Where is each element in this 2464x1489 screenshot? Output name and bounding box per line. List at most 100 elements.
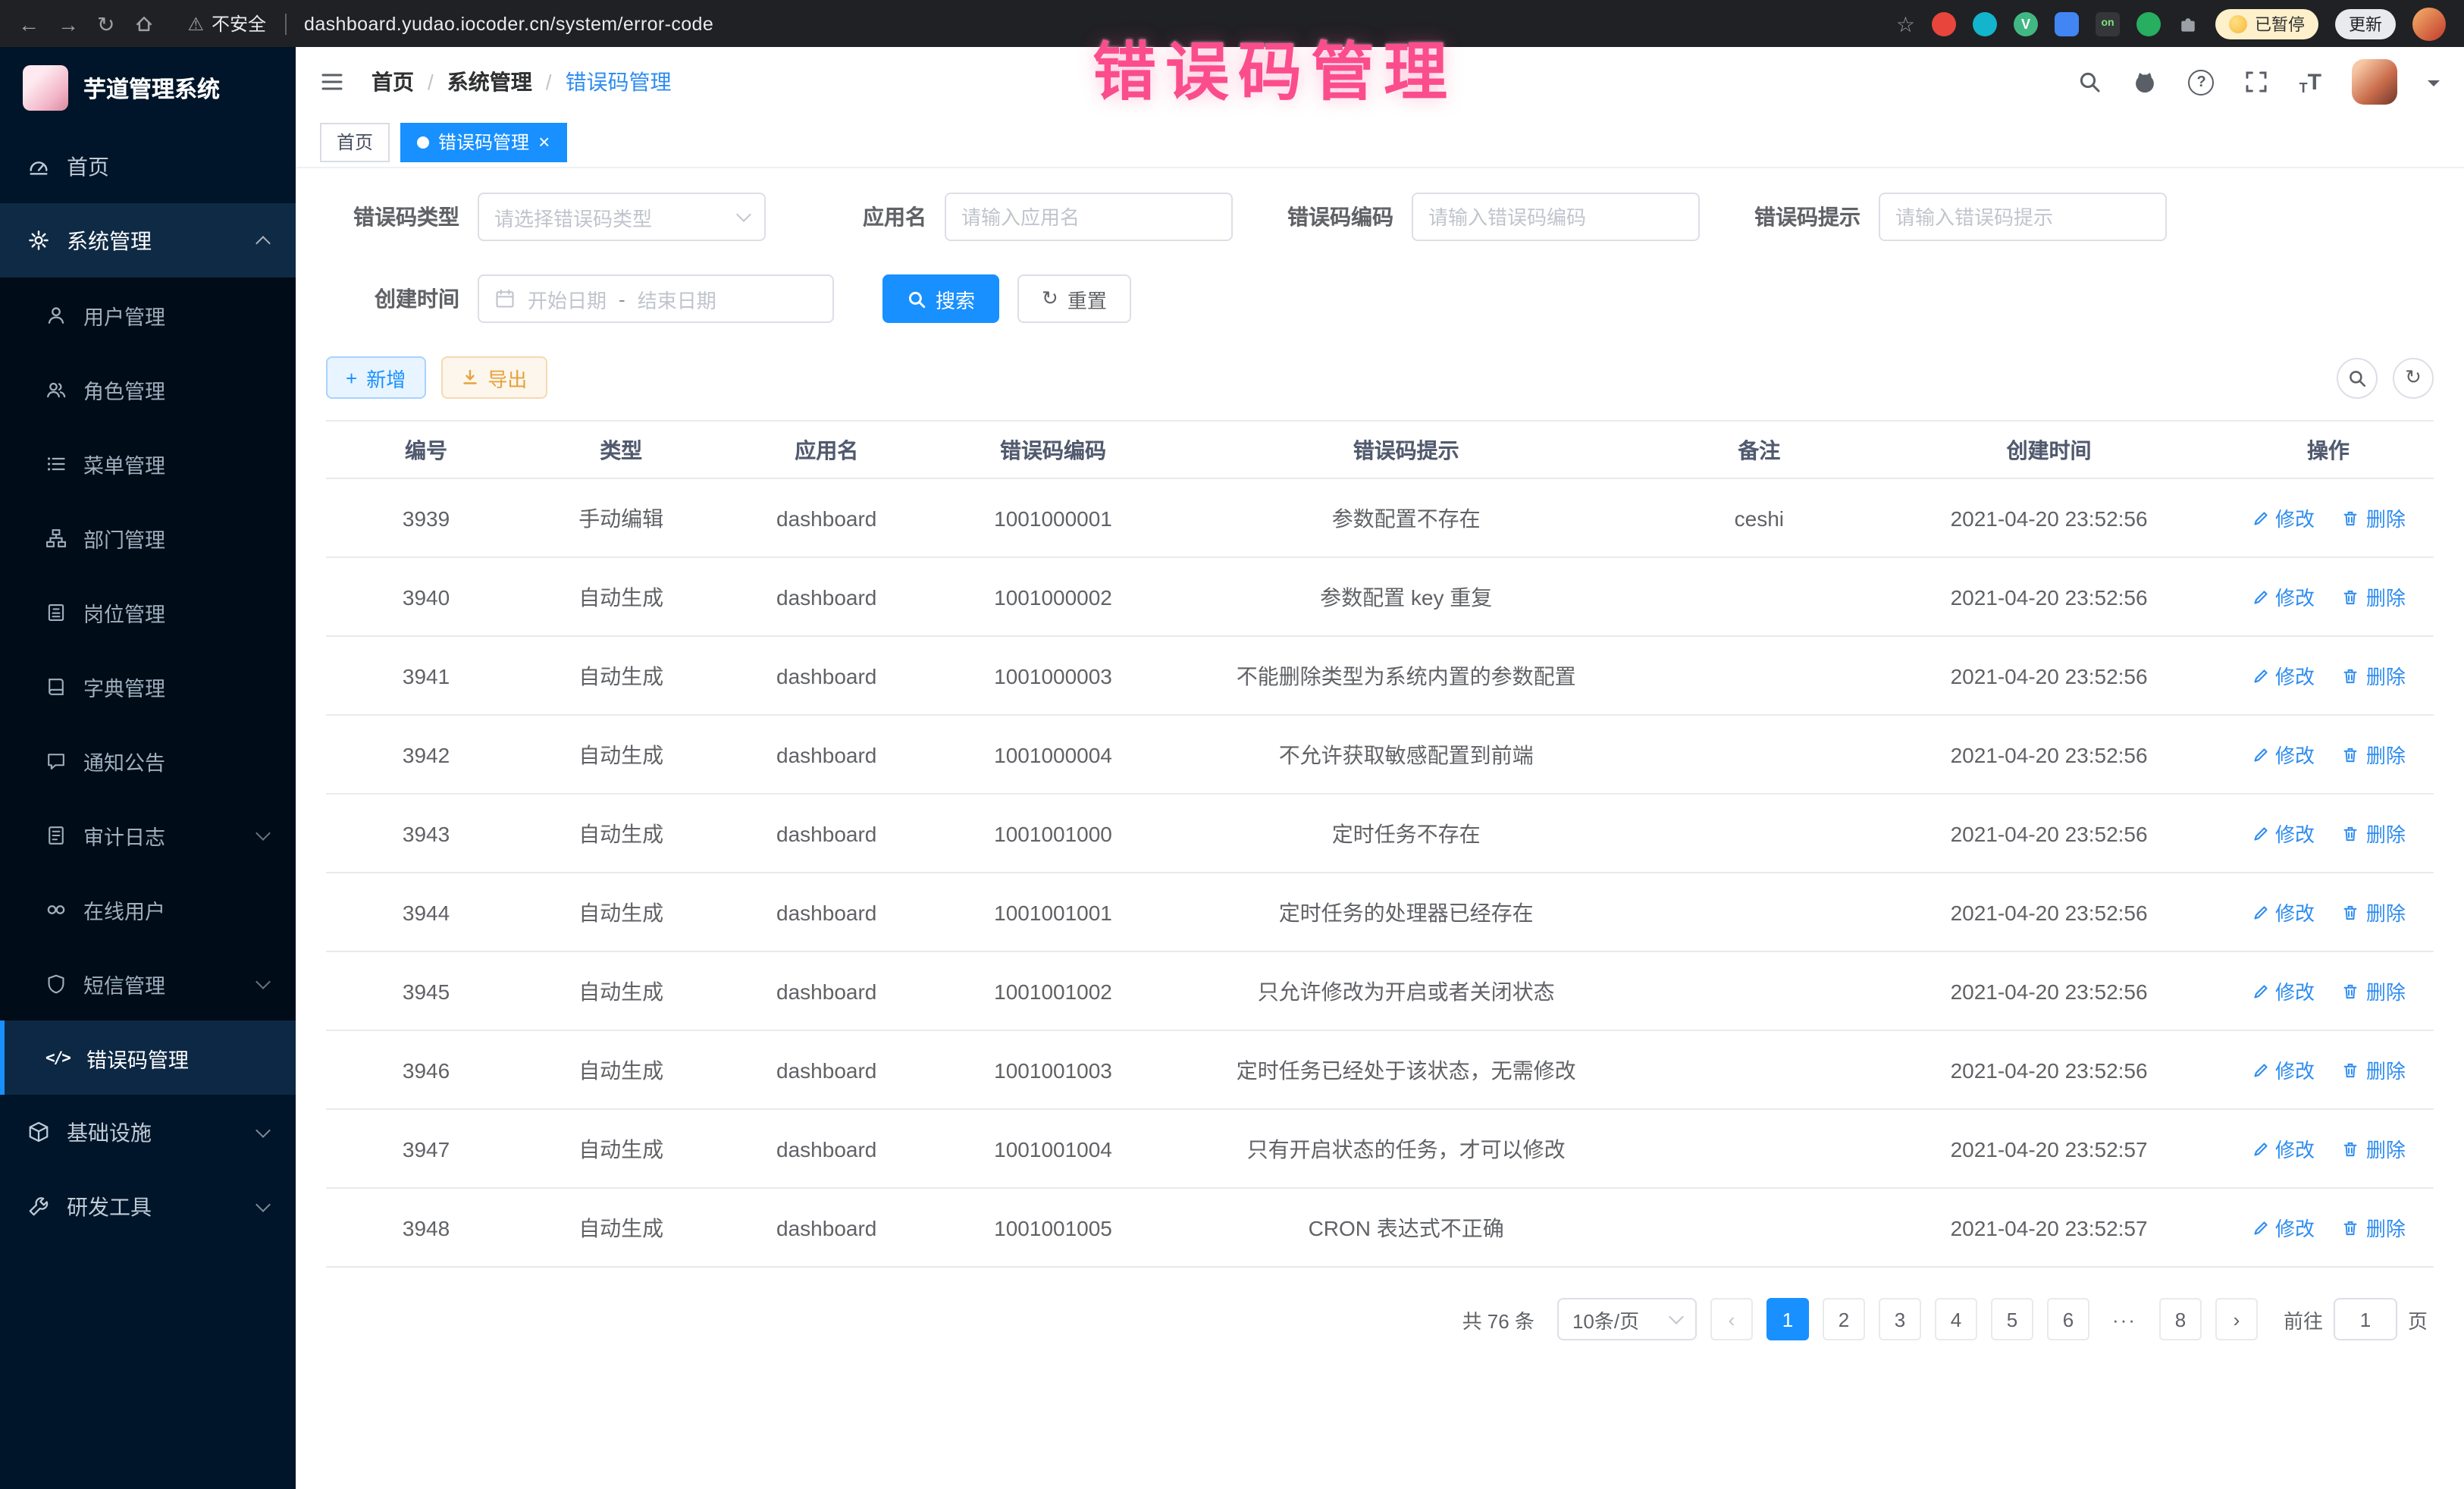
security-indicator[interactable]: ⚠ 不安全 bbox=[187, 11, 266, 36]
edit-link[interactable]: 修改 bbox=[2251, 898, 2315, 926]
breadcrumb-system[interactable]: 系统管理 bbox=[447, 67, 532, 97]
chevron-down-icon[interactable] bbox=[2428, 80, 2440, 92]
refresh-button[interactable]: ↻ bbox=[2393, 357, 2434, 398]
extension-icon-teal[interactable] bbox=[1973, 11, 1997, 36]
cell-app: dashboard bbox=[716, 794, 937, 873]
forward-button[interactable]: → bbox=[58, 13, 79, 34]
sidebar-item-home[interactable]: 首页 bbox=[0, 129, 296, 203]
prev-page-button[interactable]: ‹ bbox=[1710, 1298, 1753, 1340]
extension-icon-red[interactable] bbox=[1932, 11, 1956, 36]
app-logo[interactable]: 芋道管理系统 bbox=[0, 47, 296, 129]
cell-msg: 只允许修改为开启或者关闭状态 bbox=[1169, 951, 1644, 1030]
extension-icon-switch[interactable]: on bbox=[2096, 11, 2120, 36]
page-size-select[interactable]: 10条/页 bbox=[1557, 1298, 1697, 1340]
sidebar-item-menu-management[interactable]: 菜单管理 bbox=[0, 426, 296, 500]
add-button[interactable]: + 新增 bbox=[326, 356, 425, 399]
edit-link[interactable]: 修改 bbox=[2251, 1055, 2315, 1084]
page-button-1[interactable]: 1 bbox=[1766, 1298, 1809, 1340]
user-avatar[interactable] bbox=[2352, 59, 2397, 105]
update-button[interactable]: 更新 bbox=[2335, 8, 2396, 39]
edit-link[interactable]: 修改 bbox=[2251, 1134, 2315, 1163]
chevron-up-icon bbox=[255, 236, 271, 251]
tab-home[interactable]: 首页 bbox=[320, 122, 390, 161]
edit-link[interactable]: 修改 bbox=[2251, 582, 2315, 611]
home-button[interactable] bbox=[133, 13, 154, 34]
edit-link[interactable]: 修改 bbox=[2251, 503, 2315, 532]
delete-link[interactable]: 删除 bbox=[2342, 976, 2406, 1005]
github-icon[interactable] bbox=[2133, 69, 2158, 95]
page-button-5[interactable]: 5 bbox=[1991, 1298, 2033, 1340]
sidebar-item-infrastructure[interactable]: 基础设施 bbox=[0, 1095, 296, 1169]
edit-link[interactable]: 修改 bbox=[2251, 661, 2315, 690]
sidebar-item-notice[interactable]: 通知公告 bbox=[0, 723, 296, 798]
trash-icon bbox=[2342, 982, 2360, 1000]
export-button[interactable]: 导出 bbox=[440, 356, 547, 399]
edit-link[interactable]: 修改 bbox=[2251, 1213, 2315, 1242]
help-icon[interactable]: ? bbox=[2189, 69, 2215, 95]
back-button[interactable]: ← bbox=[18, 13, 39, 34]
delete-link[interactable]: 删除 bbox=[2342, 1055, 2406, 1084]
page-button-8[interactable]: 8 bbox=[2159, 1298, 2202, 1340]
sidebar-item-audit-log[interactable]: 审计日志 bbox=[0, 798, 296, 872]
delete-link[interactable]: 删除 bbox=[2342, 740, 2406, 769]
reload-button[interactable]: ↻ bbox=[97, 13, 114, 34]
profile-paused-chip[interactable]: 已暂停 bbox=[2215, 8, 2318, 39]
page-button-3[interactable]: 3 bbox=[1879, 1298, 1921, 1340]
delete-link[interactable]: 删除 bbox=[2342, 898, 2406, 926]
search-icon[interactable] bbox=[2078, 70, 2102, 94]
breadcrumb-home[interactable]: 首页 bbox=[371, 67, 414, 97]
sidebar-item-user-management[interactable]: 用户管理 bbox=[0, 277, 296, 352]
tab-error-code[interactable]: 错误码管理 × bbox=[400, 122, 566, 161]
goto-page-input[interactable] bbox=[2334, 1298, 2397, 1340]
url-bar[interactable]: dashboard.yudao.iocoder.cn/system/error-… bbox=[304, 13, 713, 34]
error-type-select[interactable]: 请选择错误码类型 bbox=[478, 193, 766, 241]
sidebar-item-role-management[interactable]: 角色管理 bbox=[0, 352, 296, 426]
delete-link[interactable]: 删除 bbox=[2342, 503, 2406, 532]
toggle-search-button[interactable] bbox=[2337, 357, 2378, 398]
table-body: 3939 手动编辑 dashboard 1001000001 参数配置不存在 c… bbox=[326, 478, 2434, 1267]
page-button-2[interactable]: 2 bbox=[1823, 1298, 1865, 1340]
date-range-picker[interactable]: 开始日期 - 结束日期 bbox=[478, 274, 834, 323]
edit-link[interactable]: 修改 bbox=[2251, 819, 2315, 848]
extension-icon-green[interactable] bbox=[2136, 11, 2161, 36]
sidebar-item-dict-management[interactable]: 字典管理 bbox=[0, 649, 296, 723]
app-name-input[interactable] bbox=[945, 193, 1233, 241]
delete-link[interactable]: 删除 bbox=[2342, 582, 2406, 611]
search-button[interactable]: 搜索 bbox=[882, 274, 999, 323]
more-pages-button[interactable]: ··· bbox=[2103, 1298, 2146, 1340]
page-button-6[interactable]: 6 bbox=[2047, 1298, 2089, 1340]
error-msg-input[interactable] bbox=[1879, 193, 2167, 241]
link-label: 删除 bbox=[2366, 582, 2406, 611]
delete-link[interactable]: 删除 bbox=[2342, 661, 2406, 690]
edit-link[interactable]: 修改 bbox=[2251, 740, 2315, 769]
error-code-input[interactable] bbox=[1412, 193, 1700, 241]
next-page-button[interactable]: › bbox=[2215, 1298, 2258, 1340]
sidebar-item-sms-management[interactable]: 短信管理 bbox=[0, 946, 296, 1020]
bookmark-star-icon[interactable]: ☆ bbox=[1896, 13, 1915, 34]
sidebar-item-post-management[interactable]: 岗位管理 bbox=[0, 575, 296, 649]
close-icon[interactable]: × bbox=[538, 132, 550, 152]
table-row: 3943 自动生成 dashboard 1001001000 定时任务不存在 2… bbox=[326, 794, 2434, 873]
sidebar-item-dev-tools[interactable]: 研发工具 bbox=[0, 1169, 296, 1243]
tab-label: 首页 bbox=[337, 129, 373, 155]
cell-app: dashboard bbox=[716, 873, 937, 951]
filter-label: 错误码类型 bbox=[326, 202, 459, 232]
reset-button[interactable]: ↻ 重置 bbox=[1017, 274, 1131, 323]
sidebar-item-online-users[interactable]: 在线用户 bbox=[0, 872, 296, 946]
sidebar-item-dept-management[interactable]: 部门管理 bbox=[0, 500, 296, 575]
sidebar-item-error-code[interactable]: </> 错误码管理 bbox=[0, 1020, 296, 1095]
fullscreen-icon[interactable] bbox=[2245, 70, 2269, 94]
delete-link[interactable]: 删除 bbox=[2342, 1134, 2406, 1163]
puzzle-icon[interactable] bbox=[2177, 13, 2199, 34]
cell-type: 自动生成 bbox=[526, 557, 716, 636]
font-size-icon[interactable]: TT bbox=[2299, 69, 2321, 95]
edit-link[interactable]: 修改 bbox=[2251, 976, 2315, 1005]
menu-fold-icon[interactable] bbox=[320, 70, 344, 94]
extension-icon-blue[interactable] bbox=[2055, 11, 2079, 36]
sidebar-item-system-management[interactable]: 系统管理 bbox=[0, 203, 296, 277]
browser-avatar[interactable] bbox=[2412, 7, 2446, 40]
delete-link[interactable]: 删除 bbox=[2342, 1213, 2406, 1242]
page-button-4[interactable]: 4 bbox=[1935, 1298, 1977, 1340]
vue-devtools-icon[interactable]: V bbox=[2014, 11, 2038, 36]
delete-link[interactable]: 删除 bbox=[2342, 819, 2406, 848]
